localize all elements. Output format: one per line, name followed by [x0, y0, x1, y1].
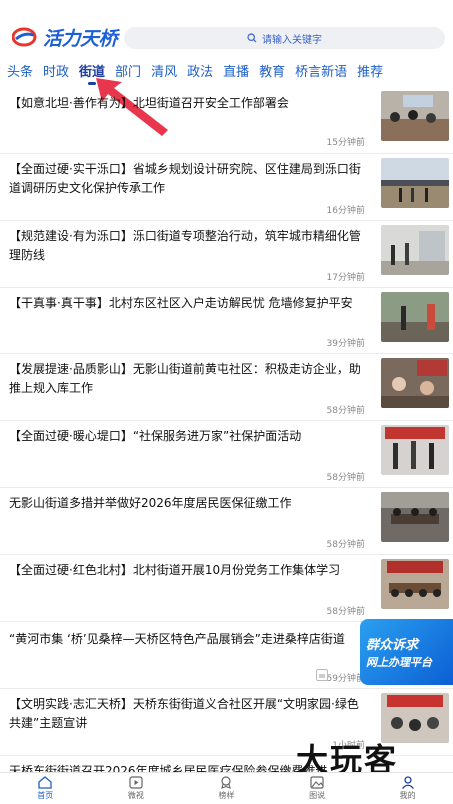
article-thumbnail: [381, 425, 449, 475]
tab-shizheng[interactable]: 时政: [43, 61, 69, 80]
bottom-navigation: 首页 微视 榜样 图说 我的: [0, 772, 453, 804]
tab-zhengfa[interactable]: 政法: [187, 61, 213, 80]
article-title: 【干真事·真干事】北村东区社区入户走访解民忧 危墙修复护平安: [9, 296, 353, 310]
list-item[interactable]: 【全面过硬·实干泺口】省城乡规划设计研究院、区住建局到泺口街道调研历史文化保护传…: [0, 154, 453, 221]
list-item[interactable]: 【发展提速·品质影山】无影山街道前黄屯社区：积极走访企业，助推上规入库工作 58…: [0, 354, 453, 421]
article-time: 58分钟前: [326, 406, 365, 416]
app-logo: 活力天桥: [12, 24, 118, 50]
article-title: 【文明实践·志汇天桥】天桥东街街道义合社区开展“文明家园·绿色共建”主题宣讲: [9, 697, 359, 730]
article-time: 15分钟前: [326, 138, 365, 148]
article-thumbnail: [381, 292, 449, 342]
article-time: 17分钟前: [326, 273, 365, 283]
nav-model[interactable]: 榜样: [181, 773, 272, 804]
article-title: 【全面过硬·实干泺口】省城乡规划设计研究院、区住建局到泺口街道调研历史文化保护传…: [9, 162, 361, 195]
list-item[interactable]: 【全面过硬·暖心堤口】“社保服务进万家”社保护面活动 58分钟前: [0, 421, 453, 488]
article-title: “黄河市集 ‘桥’见桑梓—天桥区特色产品展销会”走进桑梓店街道: [9, 632, 345, 646]
logo-swirl-icon: [12, 27, 37, 47]
list-item[interactable]: 【全面过硬·红色北村】北村街道开展10月份党务工作集体学习 58分钟前: [0, 555, 453, 622]
search-icon: [247, 33, 257, 43]
list-item[interactable]: 【干真事·真干事】北村东区社区入户走访解民忧 危墙修复护平安 39分钟前: [0, 288, 453, 354]
nav-label: 榜样: [218, 791, 235, 800]
video-icon: [129, 776, 143, 789]
list-item[interactable]: 【规范建设·有为泺口】泺口街道专项整治行动，筑牢城市精细化管理防线 17分钟前: [0, 221, 453, 288]
nav-label: 我的: [399, 791, 416, 800]
article-time: 58分钟前: [326, 540, 365, 550]
article-thumbnail: [381, 158, 449, 208]
tab-toutiao[interactable]: 头条: [7, 61, 33, 80]
app-header: 活力天桥 请输入关键字: [0, 0, 453, 56]
banner-subtitle: 网上办理平台: [366, 656, 432, 669]
article-thumbnail: [381, 559, 449, 609]
article-title: 【全面过硬·红色北村】北村街道开展10月份党务工作集体学习: [9, 563, 341, 577]
nav-mine[interactable]: 我的: [362, 773, 453, 804]
article-time: 39分钟前: [326, 339, 365, 349]
nav-label: 图说: [309, 791, 326, 800]
nav-label: 首页: [37, 791, 54, 800]
image-placeholder-icon: [316, 669, 328, 681]
article-thumbnail: [381, 358, 449, 408]
article-title: 【如意北坦·善作有为】北坦街道召开安全工作部署会: [9, 96, 289, 110]
article-time: 16分钟前: [326, 206, 365, 216]
picture-icon: [310, 776, 324, 789]
tab-qiaoyanxinyu[interactable]: 桥言新语: [295, 61, 347, 80]
logo-text: 活力天桥: [43, 27, 118, 50]
tab-jiaoyu[interactable]: 教育: [259, 61, 285, 80]
tab-tuijian[interactable]: 推荐: [357, 61, 383, 80]
nav-home[interactable]: 首页: [0, 773, 91, 804]
home-icon: [38, 776, 52, 789]
article-thumbnail: [381, 91, 449, 141]
nav-pictures[interactable]: 图说: [272, 773, 363, 804]
article-title: 【全面过硬·暖心堤口】“社保服务进万家”社保护面活动: [9, 429, 302, 443]
nav-video[interactable]: 微视: [91, 773, 182, 804]
search-input[interactable]: 请输入关键字: [124, 27, 445, 49]
nav-label: 微视: [127, 791, 144, 800]
article-thumbnail: [381, 225, 449, 275]
banner-title: 群众诉求: [366, 638, 419, 653]
search-placeholder: 请输入关键字: [262, 34, 322, 46]
list-item[interactable]: 无影山街道多措并举做好2026年度居民医保征缴工作 58分钟前: [0, 488, 453, 555]
medal-icon: [221, 776, 232, 789]
list-item[interactable]: 【如意北坦·善作有为】北坦街道召开安全工作部署会 15分钟前: [0, 88, 453, 154]
article-title: 【发展提速·品质影山】无影山街道前黄屯社区：积极走访企业，助推上规入库工作: [9, 362, 361, 395]
article-title: 无影山街道多措并举做好2026年度居民医保征缴工作: [9, 496, 292, 510]
article-thumbnail: [381, 492, 449, 542]
tab-zhibo[interactable]: 直播: [223, 61, 249, 80]
article-time: 58分钟前: [326, 607, 365, 617]
article-time: 58分钟前: [326, 473, 365, 483]
article-title: 【规范建设·有为泺口】泺口街道专项整治行动，筑牢城市精细化管理防线: [9, 229, 361, 262]
category-tabs: 头条 时政 街道 部门 清风 政法 直播 教育 桥言新语 推荐: [0, 56, 453, 85]
user-icon: [401, 776, 414, 789]
complaint-platform-banner[interactable]: 群众诉求 网上办理平台: [360, 619, 453, 685]
